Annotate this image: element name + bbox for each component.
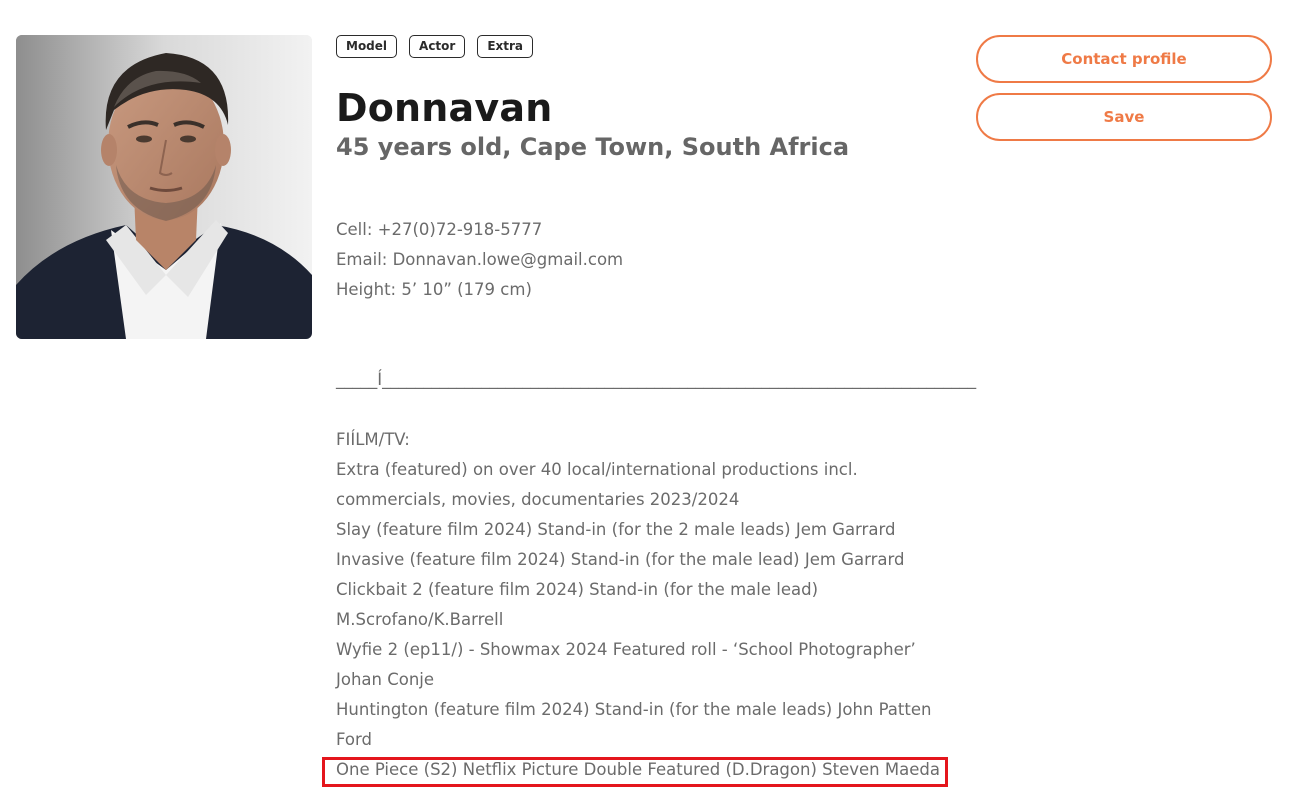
credit-line: Huntington (feature film 2024) Stand-in … bbox=[336, 700, 932, 719]
credit-line: Extra (featured) on over 40 local/intern… bbox=[336, 460, 858, 479]
divider-line: _____Í__________________________________… bbox=[336, 370, 977, 389]
contact-email: Email: Donnavan.lowe@gmail.com bbox=[336, 250, 624, 269]
credit-line: Slay (feature film 2024) Stand-in (for t… bbox=[336, 520, 896, 539]
tag-actor: Actor bbox=[409, 35, 466, 58]
profile-name: Donnavan bbox=[336, 86, 553, 130]
save-button[interactable]: Save bbox=[976, 93, 1272, 141]
contact-height: Height: 5’ 10” (179 cm) bbox=[336, 280, 532, 299]
profile-photo bbox=[16, 35, 312, 339]
contact-cell: Cell: +27(0)72-918-5777 bbox=[336, 220, 543, 239]
credit-line: Johan Conje bbox=[336, 670, 435, 689]
profile-description: Cell: +27(0)72-918-5777 Email: Donnavan.… bbox=[336, 215, 1136, 785]
section-heading: FIÍLM/TV: bbox=[336, 430, 410, 449]
credit-line: Clickbait 2 (feature film 2024) Stand-in… bbox=[336, 580, 819, 599]
tag-model: Model bbox=[336, 35, 398, 58]
tag-extra: Extra bbox=[477, 35, 534, 58]
credit-line: commercials, movies, documentaries 2023/… bbox=[336, 490, 740, 509]
profile-tags: Model Actor Extra bbox=[336, 35, 534, 58]
profile-subtitle: 45 years old, Cape Town, South Africa bbox=[336, 133, 850, 161]
contact-profile-button[interactable]: Contact profile bbox=[976, 35, 1272, 83]
portrait-illustration bbox=[16, 35, 312, 339]
credit-line: Invasive (feature film 2024) Stand-in (f… bbox=[336, 550, 905, 569]
credit-line: Ford bbox=[336, 730, 372, 749]
credit-line: M.Scrofano/K.Barrell bbox=[336, 610, 504, 629]
credit-line: Wyfie 2 (ep11/) - Showmax 2024 Featured … bbox=[336, 640, 916, 659]
credit-line-highlighted: One Piece (S2) Netflix Picture Double Fe… bbox=[336, 760, 940, 779]
